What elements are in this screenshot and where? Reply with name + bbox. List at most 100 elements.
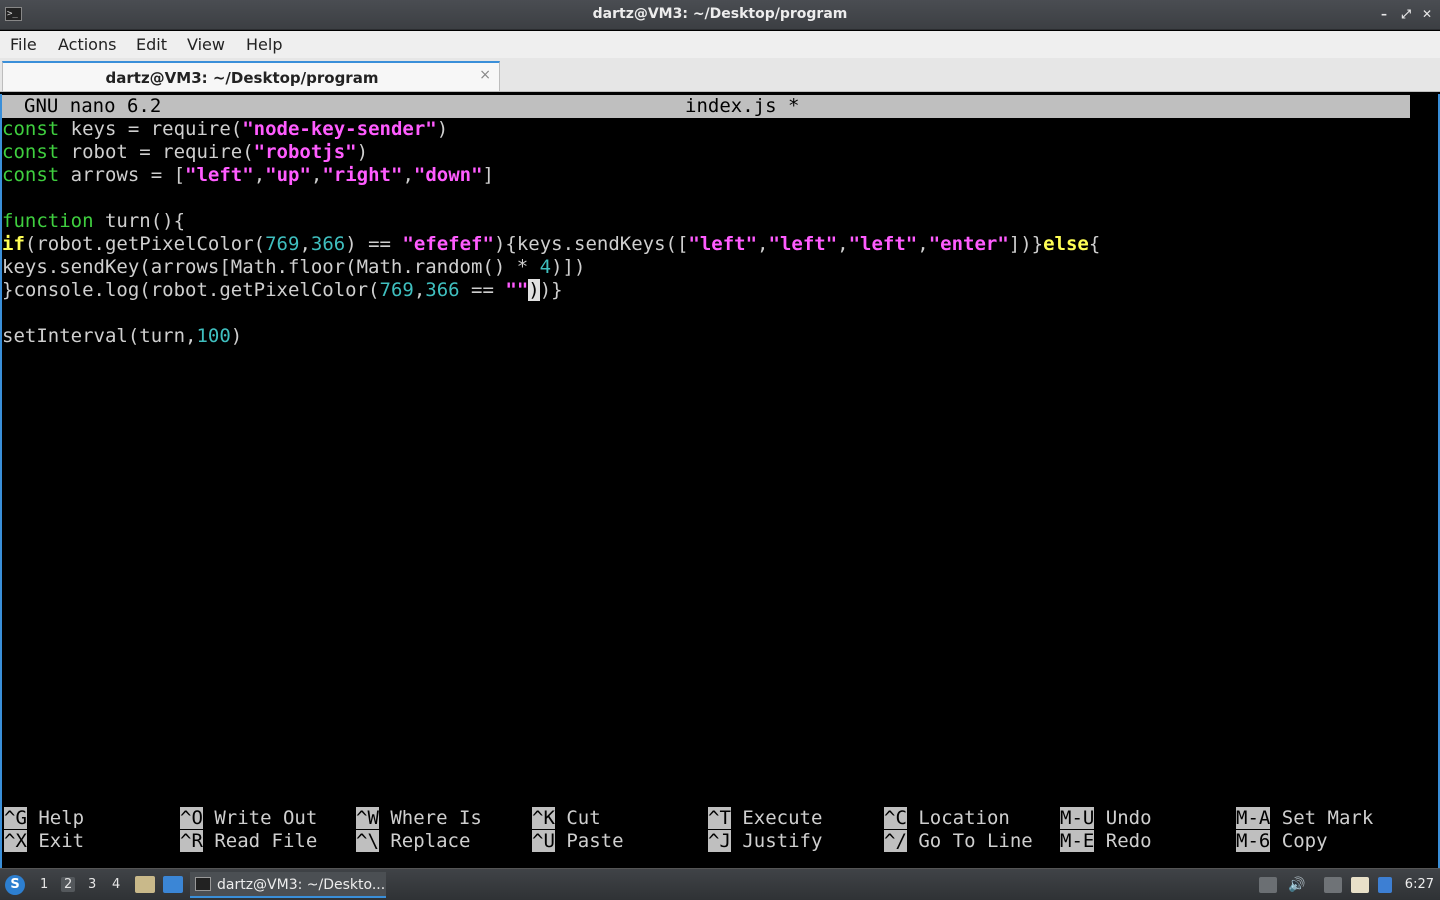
shortcut-item: ^/ Go To Line xyxy=(884,830,1033,853)
shortcut-item: ^X Exit xyxy=(4,830,84,853)
shortcut-label: Cut xyxy=(554,807,601,829)
code-line[interactable]: }console.log(robot.getPixelColor(769,366… xyxy=(2,279,1412,302)
code-editor[interactable]: const keys = require("node-key-sender") c… xyxy=(2,118,1412,348)
shortcut-key: ^\ xyxy=(356,830,379,852)
terminal-icon xyxy=(195,877,211,891)
taskbar: S 1 2 3 4 dartz@VM3: ~/Deskto... 🔊 6:27 xyxy=(0,868,1440,900)
shortcut-key: M-6 xyxy=(1236,830,1271,852)
code-token: , xyxy=(402,164,414,186)
start-menu-icon[interactable]: S xyxy=(5,875,25,895)
shortcut-label: Execute xyxy=(730,807,823,829)
code-line[interactable]: const arrows = ["left","up","right","dow… xyxy=(2,164,1412,187)
code-line[interactable]: if(robot.getPixelColor(769,366) == "efef… xyxy=(2,233,1412,256)
code-token: const xyxy=(2,164,60,186)
code-line[interactable] xyxy=(2,187,1412,210)
terminal-tab[interactable]: dartz@VM3: ~/Desktop/program × xyxy=(2,61,500,91)
code-token: 4 xyxy=(539,256,552,278)
terminal-scrollbar[interactable] xyxy=(1412,95,1438,118)
shortcut-label: Help xyxy=(26,807,85,829)
shortcut-label: Copy xyxy=(1270,830,1328,852)
code-token: "left" xyxy=(185,164,254,186)
code-line[interactable] xyxy=(2,302,1412,325)
code-line[interactable]: function turn(){ xyxy=(2,210,1412,233)
code-token: ) xyxy=(230,325,243,347)
volume-icon[interactable]: 🔊 xyxy=(1288,877,1306,893)
tab-close-icon[interactable]: × xyxy=(479,67,491,83)
code-token: keys = require( xyxy=(59,118,243,140)
menu-actions[interactable]: Actions xyxy=(58,35,116,54)
code-line[interactable]: keys.sendKey(arrows[Math.floor(Math.rand… xyxy=(2,256,1412,279)
close-button[interactable]: ✕ xyxy=(1419,6,1435,22)
code-token: "enter" xyxy=(928,233,1009,255)
workspace-3[interactable]: 3 xyxy=(88,877,96,892)
shortcut-item: ^R Read File xyxy=(180,830,317,853)
shortcut-item: ^\ Replace xyxy=(356,830,470,853)
task-label: dartz@VM3: ~/Deskto... xyxy=(217,877,386,893)
workspace-4[interactable]: 4 xyxy=(112,877,120,892)
code-token: , xyxy=(837,233,849,255)
code-token: if xyxy=(2,233,25,255)
code-token: == xyxy=(459,279,506,301)
shortcut-key: ^K xyxy=(532,807,555,829)
code-token: ])} xyxy=(1008,233,1044,255)
code-token: "node-key-sender" xyxy=(242,118,437,140)
minimize-button[interactable]: – xyxy=(1376,6,1392,22)
workspace-2[interactable]: 2 xyxy=(61,877,76,892)
shortcut-item: ^O Write Out xyxy=(180,807,317,830)
shortcut-item: ^K Cut xyxy=(532,807,601,830)
shortcut-item: ^T Execute xyxy=(708,807,822,830)
clipboard-icon[interactable] xyxy=(1351,877,1369,893)
menu-help[interactable]: Help xyxy=(246,35,282,54)
shortcut-label: Replace xyxy=(378,830,471,852)
shortcut-key: ^J xyxy=(708,830,731,852)
shortcut-item: ^U Paste xyxy=(532,830,624,853)
shortcut-item: M-A Set Mark xyxy=(1236,807,1373,830)
code-line[interactable]: const robot = require("robotjs") xyxy=(2,141,1412,164)
notification-icon[interactable] xyxy=(1378,877,1392,893)
shortcut-item: ^W Where Is xyxy=(356,807,482,830)
code-line[interactable]: const keys = require("node-key-sender") xyxy=(2,118,1412,141)
taskbar-terminal-task[interactable]: dartz@VM3: ~/Deskto... xyxy=(190,872,386,898)
file-manager-icon[interactable] xyxy=(135,876,155,893)
shortcut-key: ^X xyxy=(4,830,27,852)
window-title: dartz@VM3: ~/Desktop/program xyxy=(592,6,848,22)
code-token: arrows = [ xyxy=(59,164,186,186)
workspace-1[interactable]: 1 xyxy=(40,877,48,892)
shortcut-key: M-E xyxy=(1060,830,1095,852)
show-desktop-icon[interactable] xyxy=(163,876,183,893)
menu-edit[interactable]: Edit xyxy=(136,35,167,54)
shortcut-label: Paste xyxy=(554,830,624,852)
shortcut-label: Exit xyxy=(26,830,85,852)
nano-header-bar: GNU nano 6.2 index.js * xyxy=(2,95,1410,118)
menu-view[interactable]: View xyxy=(187,35,225,54)
code-token: }console.log(robot.getPixelColor( xyxy=(2,279,380,301)
shortcut-key: ^G xyxy=(4,807,27,829)
code-token: "" xyxy=(505,279,529,301)
shortcut-item: ^G Help xyxy=(4,807,84,830)
code-token: , xyxy=(917,233,929,255)
window-titlebar: >_ dartz@VM3: ~/Desktop/program – ⤢ ✕ xyxy=(0,0,1440,30)
tray-arrow-icon[interactable] xyxy=(1259,877,1277,893)
code-token: 769 xyxy=(379,279,414,301)
code-token: 769 xyxy=(265,233,300,255)
code-token: "left" xyxy=(848,233,918,255)
code-token: 100 xyxy=(196,325,231,347)
shortcut-label: Set Mark xyxy=(1270,807,1374,829)
shortcut-label: Go To Line xyxy=(906,830,1033,852)
code-token: "efefef" xyxy=(402,233,494,255)
code-line[interactable]: setInterval(turn,100) xyxy=(2,325,1412,348)
menu-file[interactable]: File xyxy=(10,35,37,54)
network-icon[interactable] xyxy=(1324,877,1342,893)
shortcut-label: Read File xyxy=(202,830,318,852)
shortcut-label: Where Is xyxy=(378,807,482,829)
code-token: , xyxy=(413,279,426,301)
menu-bar: File Actions Edit View Help xyxy=(0,31,1440,58)
maximize-button[interactable]: ⤢ xyxy=(1398,6,1414,22)
code-token: "left" xyxy=(688,233,758,255)
code-token: ){keys.sendKeys([ xyxy=(493,233,689,255)
shortcut-key: ^R xyxy=(180,830,203,852)
code-token: 366 xyxy=(425,279,460,301)
code-token: ) == xyxy=(345,233,403,255)
shortcut-item: M-6 Copy xyxy=(1236,830,1328,853)
terminal-area[interactable]: GNU nano 6.2 index.js * const keys = req… xyxy=(0,94,1440,868)
